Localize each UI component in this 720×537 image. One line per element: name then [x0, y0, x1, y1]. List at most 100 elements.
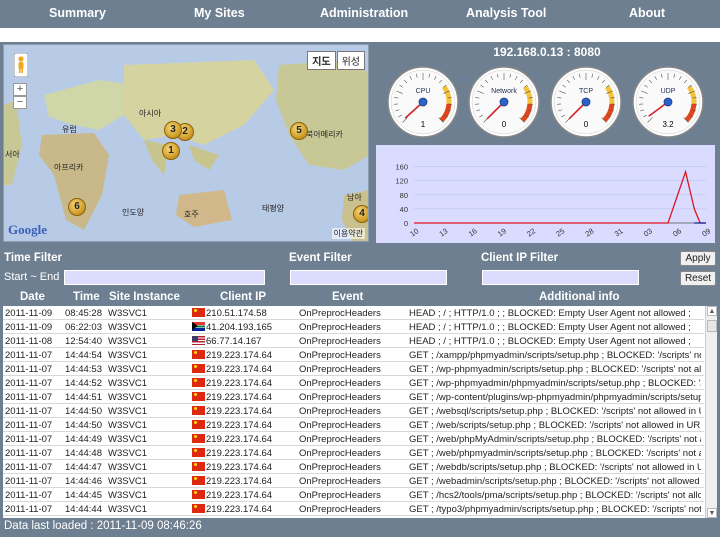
column-site-instance[interactable]: Site Instance: [109, 291, 180, 303]
client-ip-text: 219.223.174.64: [206, 406, 273, 417]
table-row[interactable]: 2011-11-07 14:44:53 W3SVC1 219.223.174.64 On…: [3, 362, 704, 376]
time-filter-input[interactable]: [64, 270, 265, 285]
cell-site: W3SVC1: [108, 378, 148, 389]
table-row[interactable]: 2011-11-07 14:44:52 W3SVC1 219.223.174.64 On…: [3, 376, 704, 390]
table-row[interactable]: 2011-11-07 14:44:51 W3SVC1 219.223.174.64 On…: [3, 390, 704, 404]
cell-event: OnPreprocHeaders: [299, 504, 381, 515]
x-tick-label: 09: [700, 226, 712, 238]
cell-ip: 219.223.174.64: [192, 350, 300, 361]
map-marker-4[interactable]: 4: [353, 205, 368, 223]
nav-analysis-tool[interactable]: Analysis Tool: [466, 6, 546, 20]
zoom-in-button[interactable]: +: [13, 83, 27, 96]
table-row[interactable]: 2011-11-07 14:44:54 W3SVC1 219.223.174.64 On…: [3, 348, 704, 362]
table-row[interactable]: 2011-11-07 14:44:50 W3SVC1 219.223.174.64 On…: [3, 404, 704, 418]
table-row[interactable]: 2011-11-09 06:22:03 W3SVC1 41.204.193.165 On…: [3, 320, 704, 334]
cell-info: GET ; /wp-phpmyadmin/scripts/setup.php ;…: [409, 364, 701, 375]
map-type-map-button[interactable]: 지도: [307, 51, 336, 70]
reset-button[interactable]: Reset: [680, 271, 716, 286]
apply-button[interactable]: Apply: [680, 251, 716, 266]
table-row[interactable]: 2011-11-07 14:44:47 W3SVC1 219.223.174.64 On…: [3, 460, 704, 474]
cell-site: W3SVC1: [108, 490, 148, 501]
cell-info: HEAD ; / ; HTTP/1.0 ; ; BLOCKED: Empty U…: [409, 308, 691, 319]
map-marker-6[interactable]: 6: [68, 198, 86, 216]
cell-ip: 219.223.174.64: [192, 392, 300, 403]
table-row[interactable]: 2011-11-07 14:44:44 W3SVC1 219.223.174.64 On…: [3, 502, 704, 516]
cell-event: OnPreprocHeaders: [299, 350, 381, 361]
map-label-north-america: 북아메리카: [306, 130, 343, 139]
scroll-down-icon[interactable]: ▼: [707, 508, 717, 518]
cell-date: 2011-11-07: [5, 434, 53, 445]
nav-my-sites[interactable]: My Sites: [194, 6, 245, 20]
cell-info: GET ; /web/scripts/setup.php ; BLOCKED: …: [409, 420, 701, 431]
client-ip-text: 219.223.174.64: [206, 476, 273, 487]
table-row[interactable]: 2011-11-09 08:45:28 W3SVC1 210.51.174.58 OnP…: [3, 306, 704, 320]
cell-ip: 219.223.174.64: [192, 462, 300, 473]
table-row[interactable]: 2011-11-07 14:44:48 W3SVC1 219.223.174.64 On…: [3, 446, 704, 460]
client-ip-filter-label: Client IP Filter: [481, 252, 559, 264]
map-terms-link[interactable]: 이용약관: [331, 228, 365, 239]
table-row[interactable]: 2011-11-07 14:44:46 W3SVC1 219.223.174.64 On…: [3, 474, 704, 488]
scroll-thumb[interactable]: [707, 320, 717, 332]
table-row[interactable]: 2011-11-07 14:44:50 W3SVC1 219.223.174.64 On…: [3, 418, 704, 432]
cell-time: 14:44:47: [65, 462, 102, 473]
scroll-up-icon[interactable]: ▲: [707, 306, 717, 316]
map-marker-5[interactable]: 5: [290, 122, 308, 140]
y-tick-label: 40: [400, 205, 408, 214]
cell-date: 2011-11-08: [5, 336, 53, 347]
column-additional-info[interactable]: Additional info: [539, 291, 619, 303]
cell-date: 2011-11-07: [5, 364, 53, 375]
gauge-hub: [499, 97, 509, 107]
cell-ip: 219.223.174.64: [192, 490, 300, 501]
traffic-line-chart: 0 40 80 120 160 10 13 16 19 22 25 28 31 03 06 09: [376, 145, 715, 243]
cell-time: 14:44:54: [65, 350, 102, 361]
cell-event: OnPreprocHeaders: [299, 322, 381, 333]
world-map[interactable]: 지도 위성 + − 유럽 아시아 아프리카 서아 인도양 호주 태평양 북아메리…: [3, 44, 369, 242]
gauge-hub: [663, 97, 673, 107]
nav-administration[interactable]: Administration: [320, 6, 408, 20]
client-ip-filter-input[interactable]: [482, 270, 639, 285]
map-marker-3[interactable]: 3: [164, 121, 182, 139]
table-row[interactable]: 2011-11-07 14:44:49 W3SVC1 219.223.174.64 On…: [3, 432, 704, 446]
map-type-satellite-button[interactable]: 위성: [336, 51, 365, 70]
cell-site: W3SVC1: [108, 364, 148, 375]
cell-ip: 219.223.174.64: [192, 434, 300, 445]
table-row[interactable]: 2011-11-08 12:54:40 W3SVC1 66.77.14.167 OnPr…: [3, 334, 704, 348]
cell-time: 14:44:45: [65, 490, 102, 501]
column-date[interactable]: Date: [20, 291, 45, 303]
cell-date: 2011-11-07: [5, 448, 53, 459]
gauge-label: TCP: [579, 88, 593, 95]
cell-site: W3SVC1: [108, 448, 148, 459]
cell-time: 14:44:53: [65, 364, 102, 375]
cell-site: W3SVC1: [108, 434, 148, 445]
column-event[interactable]: Event: [332, 291, 363, 303]
nav-about[interactable]: About: [629, 6, 665, 20]
map-label-africa: 아프리카: [54, 163, 84, 172]
table-row[interactable]: 2011-11-07 14:44:45 W3SVC1 219.223.174.64 On…: [3, 488, 704, 502]
nav-summary[interactable]: Summary: [49, 6, 106, 20]
zoom-out-button[interactable]: −: [13, 96, 27, 109]
log-table: 2011-11-09 08:45:28 W3SVC1 210.51.174.58 OnP…: [3, 306, 717, 518]
series-line-0: [414, 169, 706, 224]
cell-info: HEAD ; / ; HTTP/1.0 ; ; BLOCKED: Empty U…: [409, 336, 691, 347]
cell-ip: 219.223.174.64: [192, 448, 300, 459]
cell-site: W3SVC1: [108, 406, 148, 417]
pegman-icon[interactable]: [14, 53, 28, 77]
cell-ip: 219.223.174.64: [192, 420, 300, 431]
map-label-indian-ocean: 인도양: [122, 208, 145, 217]
cell-date: 2011-11-07: [5, 350, 53, 361]
event-filter-input[interactable]: [290, 270, 447, 285]
map-marker-1[interactable]: 1: [162, 142, 180, 160]
cell-date: 2011-11-07: [5, 504, 53, 515]
cell-info: GET ; /webdb/scripts/setup.php ; BLOCKED…: [409, 462, 701, 473]
cell-event: OnPreprocHeaders: [299, 378, 381, 389]
network-gauge: Network 0: [467, 65, 541, 139]
table-scrollbar[interactable]: ▲ ▼: [705, 306, 717, 518]
map-label-south-america: 남아: [347, 193, 362, 202]
column-client-ip[interactable]: Client IP: [220, 291, 266, 303]
column-time[interactable]: Time: [73, 291, 100, 303]
client-ip-text: 210.51.174.58: [206, 308, 267, 319]
gauge-label: UDP: [661, 88, 676, 95]
x-tick-label: 10: [408, 226, 420, 238]
flag-cn-icon: [192, 434, 205, 443]
cell-site: W3SVC1: [108, 504, 148, 515]
